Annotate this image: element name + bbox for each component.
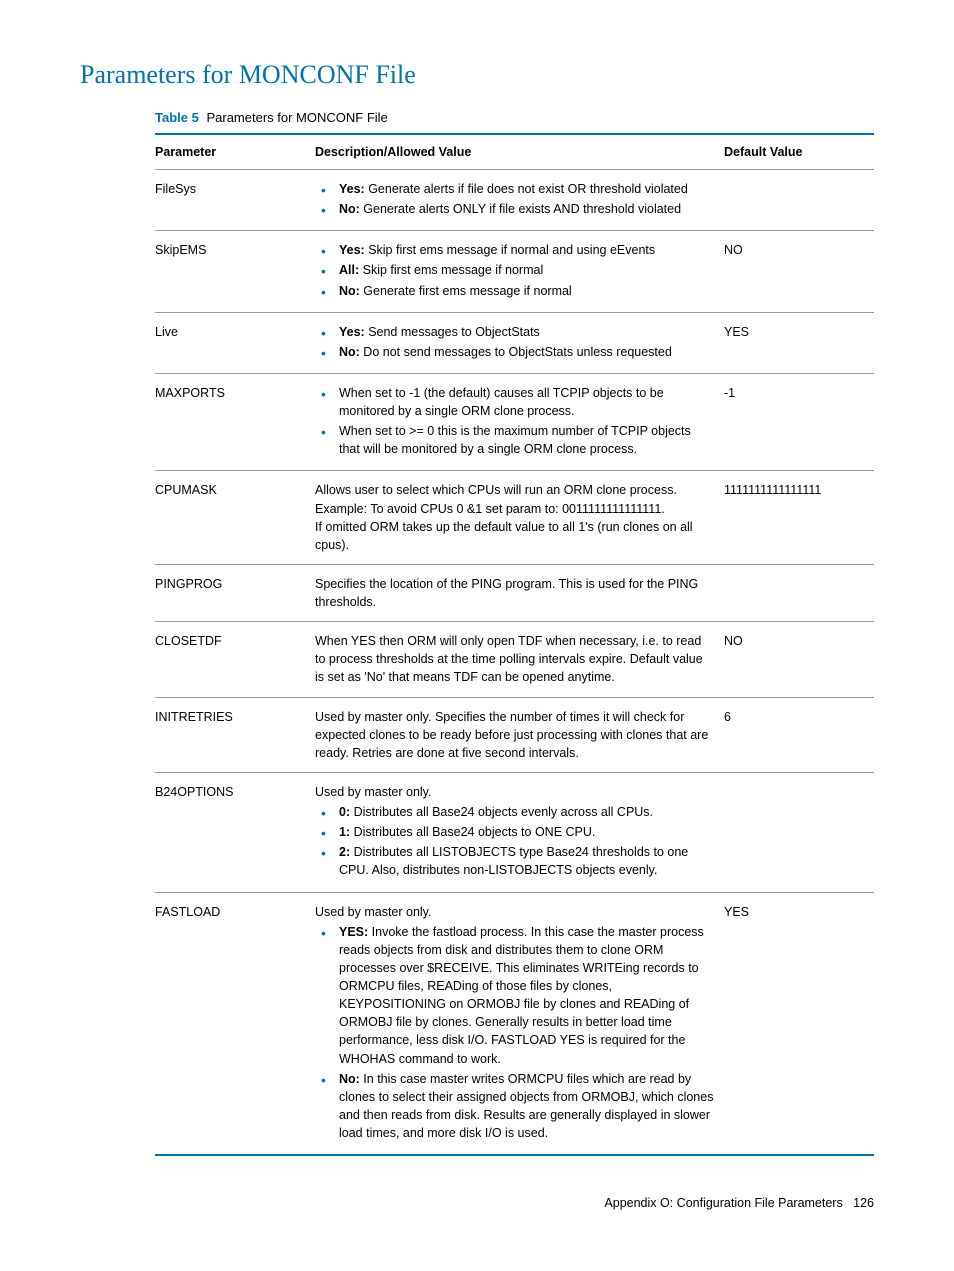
param-default: 1111111111111111 [724,471,874,565]
param-default: YES [724,892,874,1155]
list-item: Yes: Skip first ems message if normal an… [315,241,714,259]
param-default [724,564,874,621]
header-parameter: Parameter [155,134,315,170]
list-item: 2: Distributes all LISTOBJECTS type Base… [315,843,714,879]
param-name: CLOSETDF [155,622,315,697]
table-row: MAXPORTS When set to -1 (the default) ca… [155,373,874,471]
table-row: Live Yes: Send messages to ObjectStats N… [155,312,874,373]
param-name: B24OPTIONS [155,772,315,892]
list-item: Yes: Send messages to ObjectStats [315,323,714,341]
param-desc: Used by master only. YES: Invoke the fas… [315,892,724,1155]
page-footer: Appendix O: Configuration File Parameter… [80,1196,874,1210]
list-item: No: In this case master writes ORMCPU fi… [315,1070,714,1143]
param-name: MAXPORTS [155,373,315,471]
list-item: Yes: Generate alerts if file does not ex… [315,180,714,198]
list-item: When set to -1 (the default) causes all … [315,384,714,420]
param-desc: Used by master only. Specifies the numbe… [315,697,724,772]
table-row: SkipEMS Yes: Skip first ems message if n… [155,231,874,312]
table-row: PINGPROG Specifies the location of the P… [155,564,874,621]
table-row: INITRETRIES Used by master only. Specifi… [155,697,874,772]
table-row: CLOSETDF When YES then ORM will only ope… [155,622,874,697]
table-caption: Table 5 Parameters for MONCONF File [155,110,874,125]
table-caption-label: Table 5 [155,110,199,125]
param-default [724,772,874,892]
param-default: 6 [724,697,874,772]
intro-text: Used by master only. [315,903,714,921]
list-item: No: Generate alerts ONLY if file exists … [315,200,714,218]
table-row: FASTLOAD Used by master only. YES: Invok… [155,892,874,1155]
table-row: CPUMASK Allows user to select which CPUs… [155,471,874,565]
param-name: FileSys [155,170,315,231]
table-row: FileSys Yes: Generate alerts if file doe… [155,170,874,231]
param-desc: Used by master only. 0: Distributes all … [315,772,724,892]
list-item: 1: Distributes all Base24 objects to ONE… [315,823,714,841]
header-default: Default Value [724,134,874,170]
param-desc: Yes: Generate alerts if file does not ex… [315,170,724,231]
param-desc: When YES then ORM will only open TDF whe… [315,622,724,697]
table-row: B24OPTIONS Used by master only. 0: Distr… [155,772,874,892]
page-title: Parameters for MONCONF File [80,60,874,90]
param-desc: When set to -1 (the default) causes all … [315,373,724,471]
param-name: CPUMASK [155,471,315,565]
param-name: FASTLOAD [155,892,315,1155]
list-item: All: Skip first ems message if normal [315,261,714,279]
param-default [724,170,874,231]
footer-text: Appendix O: Configuration File Parameter… [604,1196,842,1210]
parameters-table: Parameter Description/Allowed Value Defa… [155,133,874,1156]
list-item: No: Do not send messages to ObjectStats … [315,343,714,361]
param-name: Live [155,312,315,373]
param-desc: Allows user to select which CPUs will ru… [315,471,724,565]
param-name: INITRETRIES [155,697,315,772]
intro-text: Used by master only. [315,783,714,801]
page-number: 126 [853,1196,874,1210]
param-desc: Yes: Skip first ems message if normal an… [315,231,724,312]
table-caption-text: Parameters for MONCONF File [206,110,387,125]
param-default: -1 [724,373,874,471]
param-desc: Specifies the location of the PING progr… [315,564,724,621]
list-item: 0: Distributes all Base24 objects evenly… [315,803,714,821]
header-description: Description/Allowed Value [315,134,724,170]
param-name: PINGPROG [155,564,315,621]
param-desc: Yes: Send messages to ObjectStats No: Do… [315,312,724,373]
param-default: YES [724,312,874,373]
param-default: NO [724,231,874,312]
param-default: NO [724,622,874,697]
param-name: SkipEMS [155,231,315,312]
list-item: When set to >= 0 this is the maximum num… [315,422,714,458]
list-item: No: Generate first ems message if normal [315,282,714,300]
list-item: YES: Invoke the fastload process. In thi… [315,923,714,1068]
